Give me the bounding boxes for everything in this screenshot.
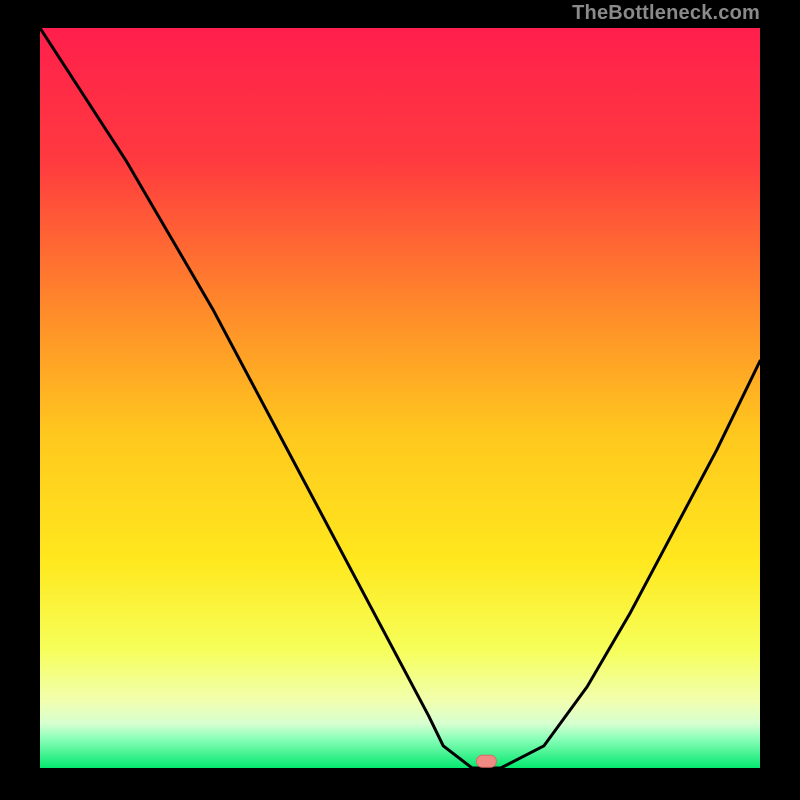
chart-svg <box>40 28 760 768</box>
gradient-background <box>40 28 760 768</box>
plot-area <box>40 28 760 768</box>
chart-frame: { "watermark": "TheBottleneck.com", "col… <box>0 0 800 800</box>
watermark-text: TheBottleneck.com <box>572 2 760 25</box>
optimum-marker <box>476 755 496 767</box>
